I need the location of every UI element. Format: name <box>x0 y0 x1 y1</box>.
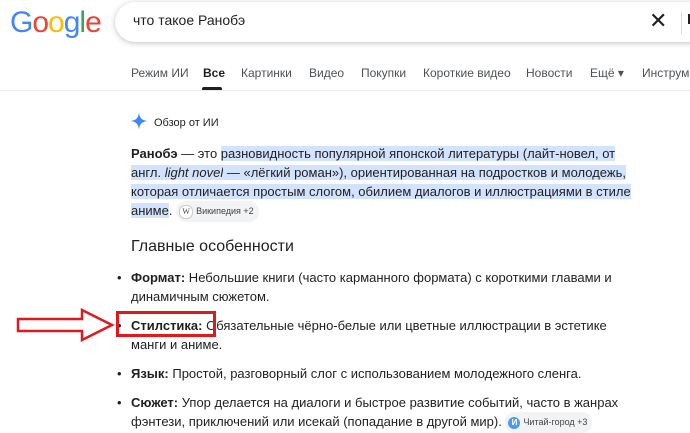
list-item: • Формат: Небольшие книги (часто карманн… <box>117 268 631 306</box>
section-heading: Главные особенности <box>131 238 294 255</box>
logo-letter: o <box>48 6 65 39</box>
wikipedia-icon: W <box>179 205 194 219</box>
active-tab-indicator <box>202 87 222 90</box>
search-input[interactable] <box>131 11 635 29</box>
list-item: • Сюжет: Упор делается на диалоги и быст… <box>117 393 631 433</box>
bullet: • <box>117 366 122 381</box>
search-tabs: Режим ИИ Все Картинки Видео Покупки Коро… <box>0 58 690 91</box>
search-box[interactable]: ✕ Е <box>115 2 690 42</box>
bullet: • <box>117 395 122 410</box>
divider <box>681 12 682 34</box>
intro-dash: — это <box>177 146 221 161</box>
ai-overview-intro: Ранобэ — это разновидность популярной яп… <box>131 144 631 222</box>
source-chip-wikipedia[interactable]: W Википедия +2 <box>176 201 259 222</box>
annotation-highlight-box <box>116 311 216 337</box>
source-chip-label: Википедия +2 <box>196 206 254 216</box>
annotation-arrow-icon <box>16 308 115 342</box>
tab-more[interactable]: Ещё ▾ <box>590 66 624 80</box>
highlighted-text[interactable]: light novel <box>164 165 224 180</box>
logo-letter: e <box>85 6 102 39</box>
tab-ai-mode[interactable]: Режим ИИ <box>131 66 189 80</box>
close-icon[interactable]: ✕ <box>649 10 667 32</box>
source-chip-label: Читай-город +3 <box>523 417 588 427</box>
tab-images[interactable]: Картинки <box>241 66 292 80</box>
tab-short-videos[interactable]: Короткие видео <box>423 66 511 80</box>
list-item: • Язык: Простой, разговорный слог с испо… <box>117 364 631 383</box>
tab-news[interactable]: Новости <box>526 66 572 80</box>
tab-all[interactable]: Все <box>203 66 225 80</box>
logo-letter: g <box>63 6 81 39</box>
chitai-gorod-icon: И <box>508 417 521 429</box>
ai-overview-label: Обзор от ИИ <box>154 117 219 129</box>
bullet: • <box>117 270 122 285</box>
term: Ранобэ <box>131 146 178 161</box>
tab-tools[interactable]: Инструме <box>642 66 690 80</box>
item-text: Небольшие книги (часто карманного формат… <box>131 270 612 304</box>
sparkle-icon <box>130 112 148 130</box>
item-title: Язык: <box>131 366 169 381</box>
item-title: Сюжет: <box>131 395 179 410</box>
item-title: Формат: <box>131 270 186 285</box>
tab-video[interactable]: Видео <box>309 66 344 80</box>
logo-letter: o <box>32 6 49 39</box>
tab-shopping[interactable]: Покупки <box>361 66 406 80</box>
logo-letter: G <box>10 6 33 39</box>
source-chip-chitai-gorod[interactable]: И Читай-город +3 <box>505 412 593 433</box>
intro-period: . <box>168 203 173 218</box>
item-text: Простой, разговорный слог с использовани… <box>168 366 582 381</box>
google-logo[interactable]: Google <box>10 6 102 40</box>
